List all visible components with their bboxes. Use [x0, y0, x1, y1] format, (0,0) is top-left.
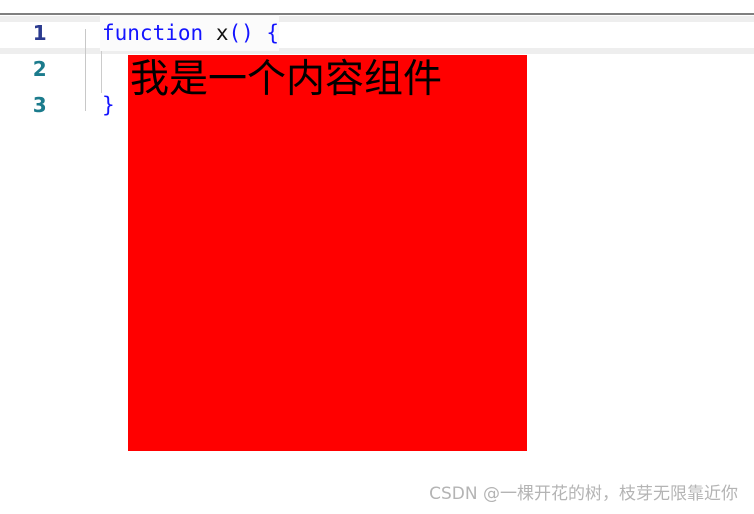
screenshot-root: 1 2 3 function x() { } 我是一个内容组件 CSDN @一棵…: [0, 0, 754, 514]
content-component-label: 我是一个内容组件: [130, 57, 443, 102]
line-number-1: 1: [32, 21, 48, 45]
csdn-watermark: CSDN @一棵开花的树，枝芽无限靠近你: [429, 484, 738, 504]
red-content-component: 我是一个内容组件: [128, 55, 527, 451]
token-close-brace: }: [102, 93, 115, 117]
token-space-1: [203, 21, 216, 45]
code-line-3[interactable]: }: [100, 87, 115, 123]
token-space-2: [254, 21, 267, 45]
line-number-3: 3: [32, 93, 48, 117]
token-keyword-function: function: [102, 21, 204, 45]
token-parentheses: (): [228, 21, 254, 45]
code-line-1[interactable]: function x() {: [100, 15, 280, 51]
token-open-brace: {: [266, 21, 280, 45]
line-number-2: 2: [32, 57, 48, 81]
gutter-divider: [85, 29, 86, 111]
token-identifier-x: x: [215, 21, 229, 45]
line-number-gutter: 1 2 3: [0, 15, 80, 125]
